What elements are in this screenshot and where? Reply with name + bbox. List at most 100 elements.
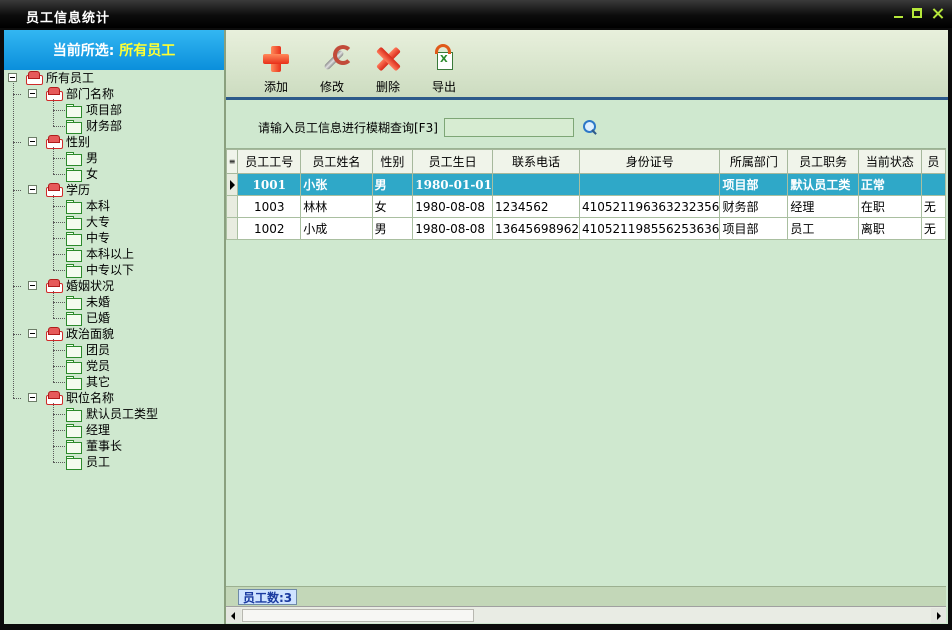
table-cell[interactable]: 410521196363232356	[578, 195, 721, 218]
table-cell[interactable]: 财务部	[719, 195, 789, 218]
table-cell[interactable]: 1234562	[492, 195, 580, 218]
table-cell[interactable]: 女	[371, 195, 414, 218]
table-cell[interactable]	[578, 173, 721, 196]
table-cell[interactable]: 默认员工类	[787, 173, 859, 196]
collapse-icon[interactable]	[28, 329, 37, 338]
column-header[interactable]: 员工姓名	[300, 149, 373, 174]
tree-item[interactable]: 男	[4, 150, 224, 166]
tree-item[interactable]: 经理	[4, 422, 224, 438]
tree-item[interactable]: 中专以下	[4, 262, 224, 278]
collapse-icon[interactable]	[28, 281, 37, 290]
row-indicator[interactable]	[226, 217, 239, 240]
column-header[interactable]: 员工生日	[412, 149, 494, 174]
column-header[interactable]: 身份证号	[578, 149, 721, 174]
column-header[interactable]: 所属部门	[719, 149, 789, 174]
tree-item[interactable]: 项目部	[4, 102, 224, 118]
table-cell[interactable]: 项目部	[719, 217, 789, 240]
table-cell[interactable]: 1003	[237, 195, 302, 218]
add-button[interactable]: 添加	[256, 44, 296, 95]
employee-grid: ≡ 员工工号 员工姓名 性别 员工生日 联系电话 身份证号 所属部门 员工职务 当前状态员 100…	[226, 148, 946, 584]
table-cell[interactable]: 1980-08-08	[412, 217, 494, 240]
table-cell[interactable]: 1980-08-08	[412, 195, 494, 218]
tree-item[interactable]: 其它	[4, 374, 224, 390]
tree-item[interactable]: 财务部	[4, 118, 224, 134]
table-cell[interactable]: 经理	[787, 195, 859, 218]
tree-connector	[53, 158, 65, 159]
column-header[interactable]: 员	[920, 149, 946, 174]
tree-group[interactable]: 婚姻状况	[4, 278, 224, 294]
table-cell[interactable]: 离职	[857, 217, 922, 240]
table-cell[interactable]: 小张	[300, 173, 373, 196]
search-input[interactable]	[444, 118, 574, 137]
tree-item[interactable]: 本科	[4, 198, 224, 214]
edit-button[interactable]: 修改	[312, 44, 353, 95]
close-icon[interactable]	[932, 8, 943, 19]
table-cell[interactable]: 员工	[787, 217, 859, 240]
table-cell[interactable]: 1001	[237, 173, 302, 196]
tree-group[interactable]: 部门名称	[4, 86, 224, 102]
search-icon[interactable]	[582, 119, 598, 135]
tree-item[interactable]: 团员	[4, 342, 224, 358]
scroll-right-icon[interactable]	[931, 608, 946, 623]
tree-group[interactable]: 学历	[4, 182, 224, 198]
table-cell[interactable]: 1002	[237, 217, 302, 240]
collapse-icon[interactable]	[8, 73, 17, 82]
table-cell[interactable]: 小成	[300, 217, 373, 240]
horizontal-scrollbar[interactable]	[226, 606, 946, 623]
table-cell[interactable]: 林林	[300, 195, 373, 218]
column-header[interactable]: 员工工号	[237, 149, 302, 174]
tree-group-label: 性别	[66, 135, 91, 149]
folder-icon	[66, 360, 82, 374]
tree-group[interactable]: 性别	[4, 134, 224, 150]
tree-item[interactable]: 本科以上	[4, 246, 224, 262]
table-cell[interactable]: 无	[920, 195, 946, 218]
tree-item[interactable]: 董事长	[4, 438, 224, 454]
table-cell[interactable]: 项目部	[719, 173, 789, 196]
table-cell[interactable]	[492, 173, 580, 196]
scroll-left-icon[interactable]	[226, 608, 241, 623]
tree-root[interactable]: 所有员工	[4, 70, 224, 86]
tree-item[interactable]: 女	[4, 166, 224, 182]
table-row[interactable]: 1001 小张男 1980-01-01 项目部 默认员工类 正常	[226, 173, 946, 196]
minimize-icon[interactable]	[893, 8, 904, 19]
row-indicator[interactable]	[226, 195, 239, 218]
column-header[interactable]: 性别	[371, 149, 414, 174]
table-row[interactable]: 1002 小成男 1980-08-08 13645698962 410521198556…	[226, 217, 946, 240]
tree-group[interactable]: 政治面貌	[4, 326, 224, 342]
column-header[interactable]: 当前状态	[857, 149, 922, 174]
column-header[interactable]: 员工职务	[787, 149, 859, 174]
tree-item-label: 财务部	[86, 119, 123, 133]
table-cell[interactable]: 男	[371, 173, 414, 196]
tree-item[interactable]: 未婚	[4, 294, 224, 310]
tree-item[interactable]: 党员	[4, 358, 224, 374]
tree-item[interactable]: 大专	[4, 214, 224, 230]
table-cell[interactable]: 无	[920, 217, 946, 240]
row-indicator[interactable]	[226, 173, 239, 196]
tree-connector	[53, 339, 54, 382]
table-cell[interactable]: 男	[371, 217, 414, 240]
export-button[interactable]: 导出	[424, 44, 464, 95]
table-cell[interactable]: 在职	[857, 195, 922, 218]
table-cell[interactable]: 1980-01-01	[412, 173, 494, 196]
row-indicator-header[interactable]: ≡	[226, 149, 239, 174]
tree-item[interactable]: 中专	[4, 230, 224, 246]
tree-group[interactable]: 职位名称	[4, 390, 224, 406]
collapse-icon[interactable]	[28, 185, 37, 194]
collapse-icon[interactable]	[28, 89, 37, 98]
table-cell[interactable]: 正常	[857, 173, 922, 196]
tree-item[interactable]: 已婚	[4, 310, 224, 326]
table-cell[interactable]	[920, 173, 946, 196]
table-cell[interactable]: 13645698962	[492, 217, 580, 240]
column-header[interactable]: 联系电话	[492, 149, 580, 174]
scroll-thumb[interactable]	[242, 609, 474, 622]
maximize-icon[interactable]	[912, 8, 922, 18]
tree-item[interactable]: 默认员工类型	[4, 406, 224, 422]
excel-export-icon	[429, 44, 459, 74]
tree-item[interactable]: 员工	[4, 454, 224, 470]
collapse-icon[interactable]	[28, 393, 37, 402]
table-cell[interactable]: 410521198556253636	[578, 217, 721, 240]
collapse-icon[interactable]	[28, 137, 37, 146]
table-row[interactable]: 1003 林林女 1980-08-08 1234562 4105211963632323…	[226, 195, 946, 218]
window-client: 当前所选: 所有员工 所有员工 部门名称 项目部 财务部 性别男女学历 本科 大专 中专 本科以…	[4, 30, 948, 624]
delete-button[interactable]: 删除	[368, 44, 408, 95]
